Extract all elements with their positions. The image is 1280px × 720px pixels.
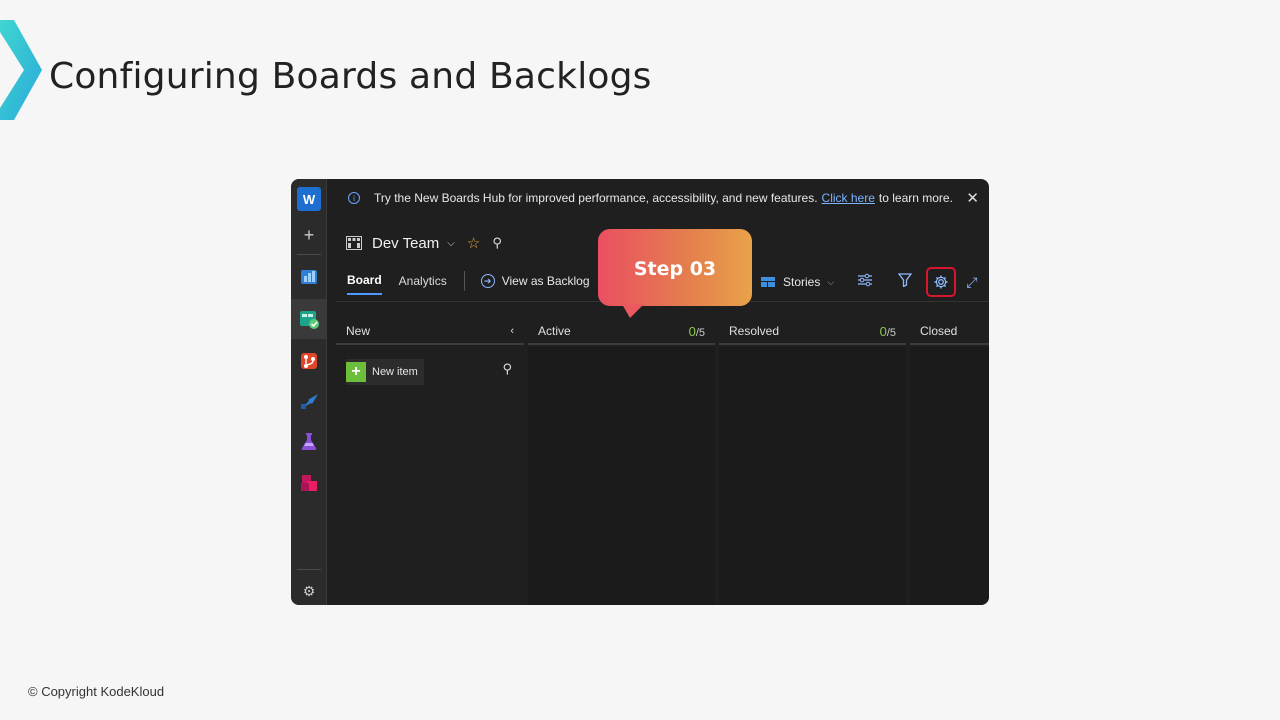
banner-close-icon[interactable]: ✕ (966, 189, 979, 207)
favorite-star-icon[interactable]: ☆ (467, 234, 480, 252)
wip-current: 0 (879, 323, 887, 339)
team-name[interactable]: Dev Team (372, 235, 439, 252)
new-project-button[interactable]: + (297, 223, 321, 247)
column-header: Active 0/5 (528, 319, 715, 345)
new-item-button[interactable]: + New item (346, 359, 424, 385)
column-body (528, 347, 715, 605)
left-nav-rail: W + ⚙ (291, 179, 327, 605)
sliders-icon[interactable] (856, 273, 874, 291)
filter-icon[interactable] (896, 273, 914, 291)
info-icon: i (348, 192, 360, 204)
column-title: New (346, 324, 371, 338)
column-body (719, 347, 906, 605)
board-settings-gear-icon[interactable] (926, 267, 957, 297)
repos-icon[interactable] (297, 349, 321, 373)
step-callout: Step 03 (598, 229, 752, 306)
wip-limit: /5 (695, 326, 705, 339)
column-header: New ‹ (336, 319, 524, 345)
board-column-active: Active 0/5 (528, 319, 715, 605)
column-title: Resolved (729, 324, 780, 338)
view-as-backlog-label: View as Backlog (501, 274, 590, 288)
board-column-closed: Closed (910, 319, 989, 605)
board-team-icon (346, 236, 362, 250)
team-members-icon[interactable]: ⚲ (492, 235, 502, 251)
rail-divider-bottom (297, 569, 321, 570)
new-boards-hub-banner: i Try the New Boards Hub for improved pe… (328, 179, 989, 217)
wip-current: 0 (688, 323, 696, 339)
pipelines-icon[interactable] (297, 389, 321, 413)
new-item-label: New item (372, 366, 418, 378)
slide-title: Configuring Boards and Backlogs (49, 56, 652, 97)
column-title: Active (538, 324, 571, 338)
board-toolbar: Stories ⌵ ⤢ (761, 267, 977, 297)
org-logo[interactable]: W (297, 187, 321, 211)
board-column-resolved: Resolved 0/5 (719, 319, 906, 605)
artifacts-icon[interactable] (297, 471, 321, 495)
column-body (910, 347, 989, 605)
collapse-column-icon[interactable]: ‹ (510, 325, 514, 337)
project-settings-gear-icon[interactable]: ⚙ (297, 579, 321, 603)
board-tabs: Board Analytics ➔ View as Backlog (347, 271, 590, 297)
search-icon[interactable]: ⚲ (502, 361, 512, 377)
fullscreen-expand-icon[interactable]: ⤢ (966, 274, 977, 291)
plus-icon: + (346, 362, 366, 382)
overview-icon[interactable] (297, 265, 321, 289)
brand-chevron-logo (0, 20, 42, 120)
arrow-circle-icon: ➔ (480, 274, 495, 288)
chevron-down-icon[interactable]: ⌵ (447, 238, 455, 249)
boards-icon[interactable] (297, 307, 321, 331)
chevron-down-icon: ⌵ (827, 276, 835, 287)
stories-icon (761, 277, 775, 287)
copyright-text: © Copyright KodeKloud (28, 684, 165, 699)
banner-click-here-link[interactable]: Click here (822, 191, 875, 205)
rail-divider (297, 254, 321, 255)
board-column-new: New ‹ + New item ⚲ (336, 319, 524, 605)
backlog-level-selector[interactable]: Stories ⌵ (761, 275, 834, 289)
toolbar-separator (463, 271, 465, 291)
column-title: Closed (920, 324, 958, 338)
wip-limit: /5 (886, 326, 896, 339)
tab-board[interactable]: Board (347, 273, 382, 295)
backlog-level-label: Stories (783, 275, 821, 289)
column-header: Closed (910, 319, 989, 345)
wip-limit-count: 0/5 (689, 324, 705, 339)
column-header: Resolved 0/5 (719, 319, 906, 345)
column-body: + New item ⚲ (336, 347, 524, 605)
tab-analytics[interactable]: Analytics (399, 274, 447, 294)
view-as-backlog-button[interactable]: ➔ View as Backlog (480, 274, 590, 294)
wip-limit-count: 0/5 (880, 324, 896, 339)
callout-tail (622, 304, 644, 318)
banner-suffix: to learn more. (878, 191, 953, 205)
team-header: Dev Team ⌵ ☆ ⚲ (346, 234, 502, 252)
test-plans-icon[interactable] (297, 429, 321, 453)
banner-message: Try the New Boards Hub for improved perf… (374, 191, 818, 205)
